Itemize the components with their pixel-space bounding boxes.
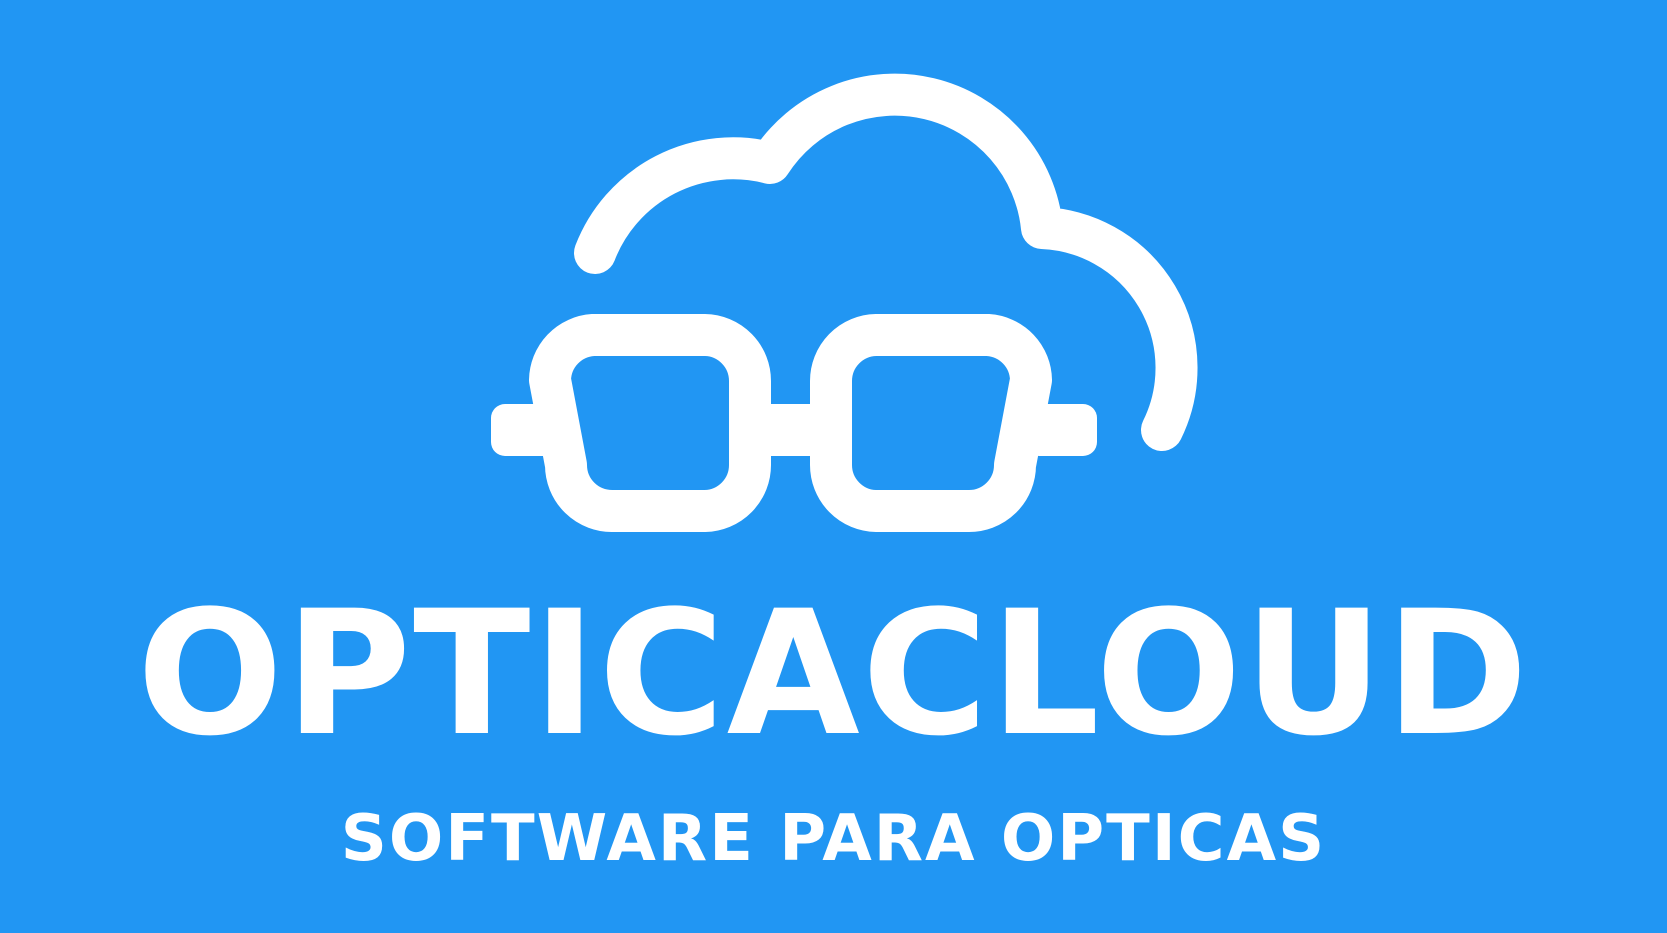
- left-temple: [491, 404, 563, 456]
- brand-name: OPTICACLOUD: [136, 573, 1531, 774]
- cloud-glasses-icon: [491, 73, 1198, 532]
- right-temple: [1025, 404, 1097, 456]
- left-lens: [529, 314, 771, 532]
- bridge: [750, 404, 831, 456]
- tagline: SOFTWARE PARA OPTICAS: [340, 802, 1327, 876]
- cloud-outline: [574, 73, 1198, 451]
- right-lens: [810, 314, 1052, 532]
